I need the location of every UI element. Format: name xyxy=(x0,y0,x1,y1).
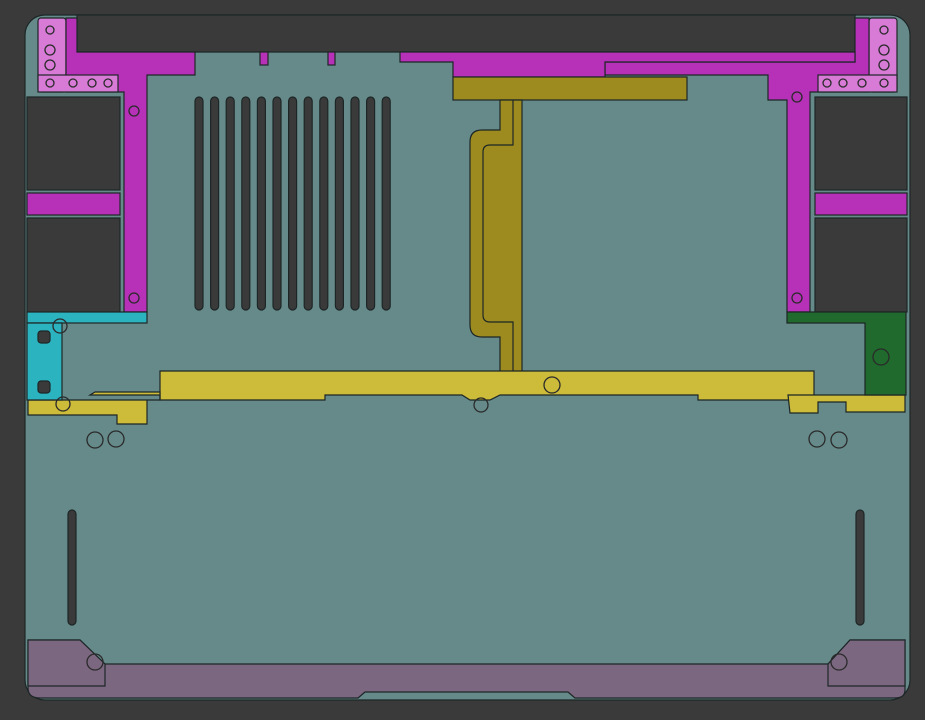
right-speaker-top xyxy=(814,96,908,191)
vent-slot xyxy=(241,96,251,311)
vent-slot xyxy=(256,96,266,311)
left-speaker-top xyxy=(26,96,121,191)
left-speaker-band xyxy=(26,192,121,216)
vent-slot xyxy=(334,96,344,311)
yellow-right-strip xyxy=(787,394,906,414)
top-tab-2 xyxy=(327,51,336,66)
vent-slot xyxy=(210,96,220,311)
vent-slot xyxy=(272,96,282,311)
chassis-body xyxy=(24,14,911,701)
left-foot-slot xyxy=(67,509,77,626)
vent-slot xyxy=(381,96,391,311)
cyan-port-2 xyxy=(37,380,51,394)
left-speaker-bottom xyxy=(26,217,121,313)
right-speaker-bottom xyxy=(814,217,908,313)
top-tab-1 xyxy=(259,51,269,66)
vent-slot xyxy=(319,96,329,311)
right-speaker-band xyxy=(814,192,908,216)
yellow-main-bar xyxy=(159,370,815,401)
top-left-hinge-base xyxy=(37,74,119,93)
vent-slot xyxy=(288,96,298,311)
olive-heat-pipe xyxy=(469,99,523,373)
top-olive-plate xyxy=(452,76,688,101)
cyan-port-1 xyxy=(37,330,51,344)
left-speaker-base xyxy=(26,311,148,324)
vent-slot xyxy=(303,96,313,311)
vent-slot xyxy=(225,96,235,311)
vent-slot xyxy=(366,96,376,311)
vent-slot xyxy=(350,96,360,311)
chassis-diagram xyxy=(24,14,911,701)
vent-slot xyxy=(194,96,204,311)
right-foot-slot xyxy=(855,509,865,626)
lid-hinge-recess xyxy=(76,14,856,53)
